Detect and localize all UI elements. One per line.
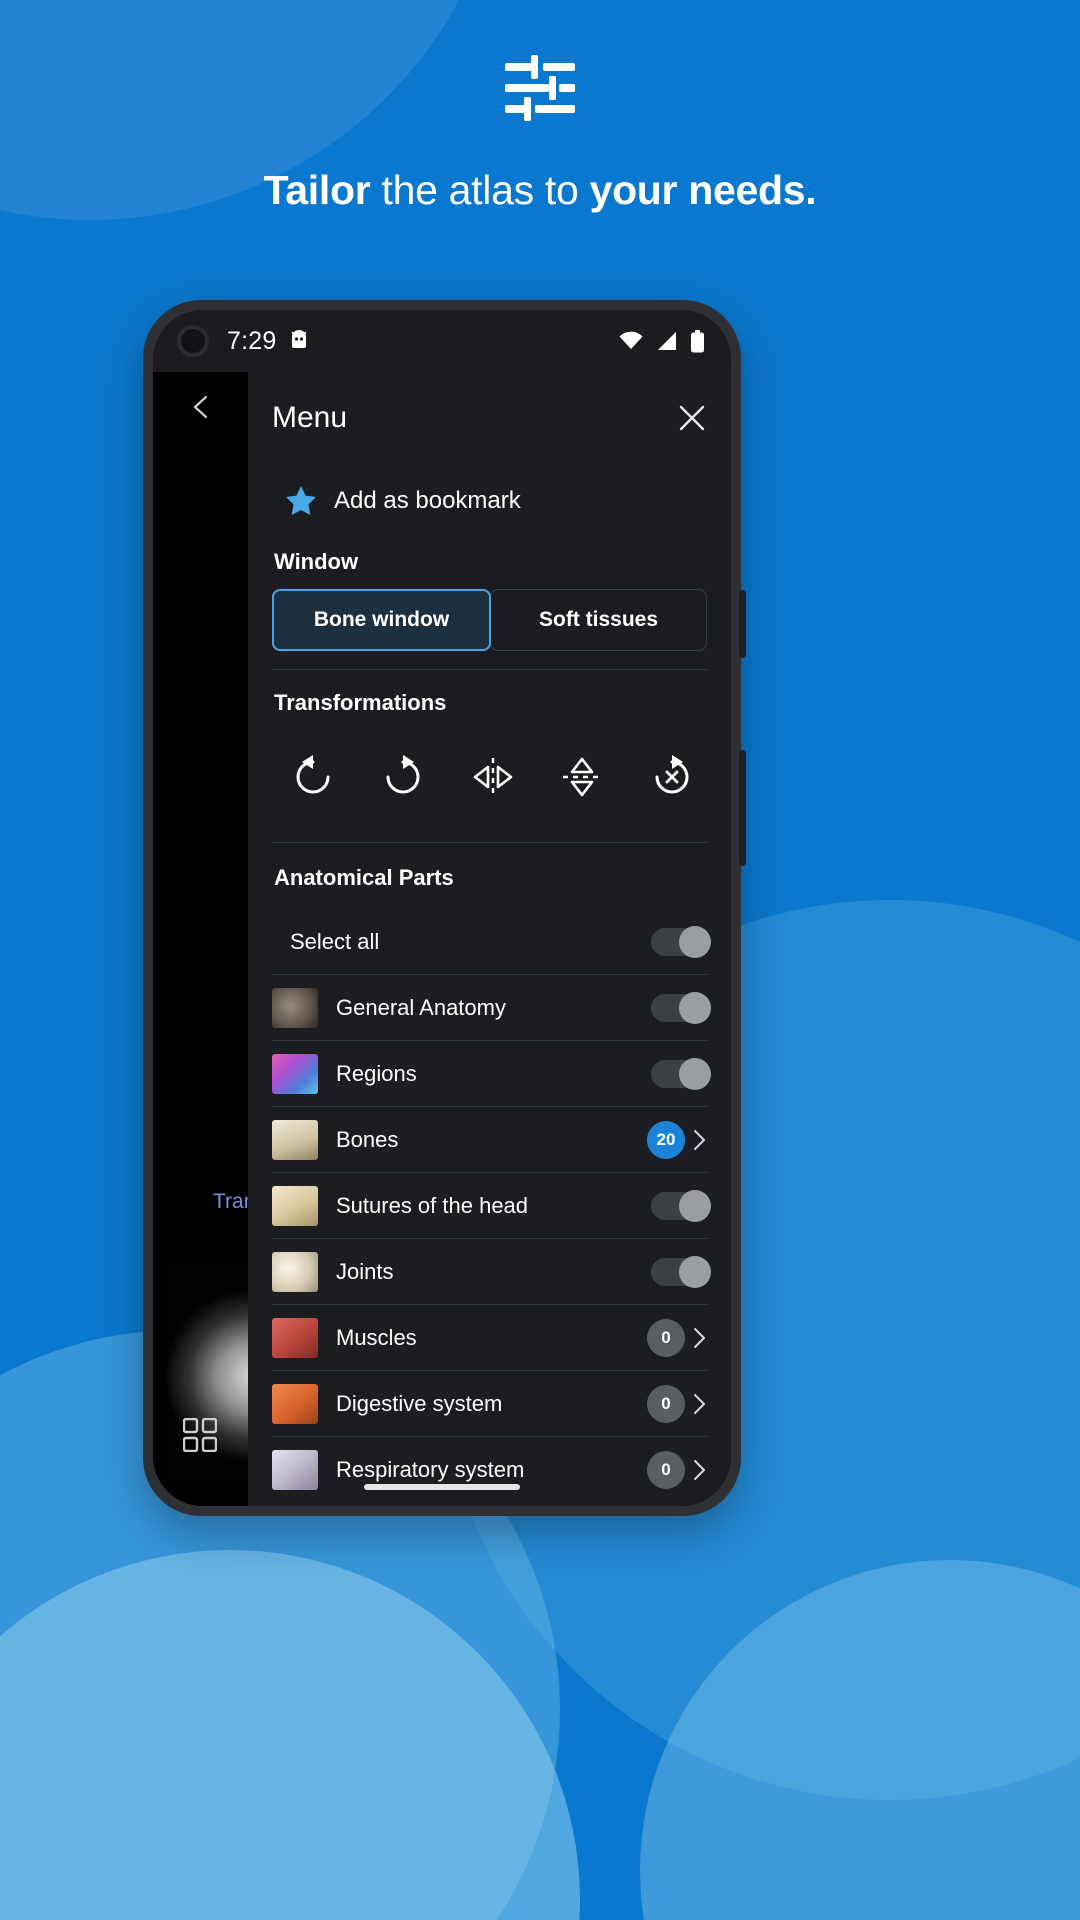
digestive-thumbnail xyxy=(272,1383,318,1424)
respiratory-count-badge[interactable]: 0 xyxy=(647,1451,685,1489)
promo-headline: Tailor the atlas to your needs. xyxy=(264,167,817,214)
regions-thumbnail xyxy=(272,1053,318,1094)
window-option-soft-tissues[interactable]: Soft tissues xyxy=(490,589,707,651)
headline-mid: the atlas to xyxy=(370,167,590,213)
volume-button[interactable] xyxy=(739,750,746,866)
list-item-label: Joints xyxy=(336,1258,394,1284)
camera-punchhole xyxy=(177,325,209,357)
regions-toggle[interactable] xyxy=(651,1057,711,1090)
reset-rotation-icon[interactable] xyxy=(649,754,695,800)
wifi-icon xyxy=(619,331,643,349)
phone-screen: 7:29 Trans Menu Add as bookmark Window B… xyxy=(153,310,731,1506)
list-item[interactable]: Muscles 0 xyxy=(272,1305,707,1371)
status-bar: 7:29 xyxy=(153,310,731,372)
bones-thumbnail xyxy=(272,1119,318,1160)
select-all-label: Select all xyxy=(290,928,380,954)
chevron-right-icon[interactable] xyxy=(693,1129,707,1151)
transformations-row xyxy=(272,730,707,824)
menu-header: Menu xyxy=(272,372,707,464)
android-head-icon xyxy=(292,330,307,348)
status-clock: 7:29 xyxy=(227,326,277,355)
battery-icon xyxy=(691,329,704,352)
window-option-bone[interactable]: Bone window xyxy=(272,589,491,651)
chevron-right-icon[interactable] xyxy=(693,1393,707,1415)
muscles-count-badge[interactable]: 0 xyxy=(647,1318,685,1357)
list-item[interactable]: Sutures of the head xyxy=(272,1173,711,1239)
window-segmented-control: Bone window Soft tissues xyxy=(272,589,707,651)
signal-icon xyxy=(658,332,676,350)
joints-toggle[interactable] xyxy=(651,1255,711,1288)
menu-title: Menu xyxy=(272,401,348,434)
sutures-thumbnail xyxy=(272,1185,318,1226)
close-icon[interactable] xyxy=(677,403,707,433)
list-item-label: General Anatomy xyxy=(336,994,506,1020)
muscles-thumbnail xyxy=(272,1317,318,1358)
power-button[interactable] xyxy=(739,590,746,658)
headline-tail: your needs. xyxy=(589,167,817,213)
list-item[interactable]: General Anatomy xyxy=(272,975,711,1041)
respiratory-thumbnail xyxy=(272,1450,318,1490)
list-item-label: Respiratory system xyxy=(336,1457,525,1482)
list-item[interactable]: Respiratory system 0 xyxy=(272,1437,707,1503)
flip-vertical-icon[interactable] xyxy=(559,754,605,800)
star-icon xyxy=(286,486,316,515)
menu-sheet: Menu Add as bookmark Window Bone window … xyxy=(248,372,731,1506)
row-select-all[interactable]: Select all xyxy=(272,909,711,975)
anatomical-parts-section-title: Anatomical Parts xyxy=(274,865,454,890)
list-item-label: Bones xyxy=(336,1126,399,1152)
grid-view-icon[interactable] xyxy=(183,1418,217,1452)
list-item-label: Regions xyxy=(336,1060,417,1086)
general-anatomy-toggle[interactable] xyxy=(651,991,711,1024)
rotate-right-icon[interactable] xyxy=(380,754,426,800)
chevron-right-icon[interactable] xyxy=(693,1327,707,1349)
list-item-label: Sutures of the head xyxy=(336,1192,529,1218)
list-item[interactable]: Joints xyxy=(272,1239,711,1305)
list-item[interactable]: Bones 20 xyxy=(272,1107,707,1173)
rotate-left-icon[interactable] xyxy=(290,754,336,800)
joints-thumbnail xyxy=(272,1251,318,1292)
add-bookmark-button[interactable]: Add as bookmark xyxy=(272,464,707,541)
back-chevron-icon[interactable] xyxy=(189,394,215,420)
window-section-title: Window xyxy=(274,549,359,574)
sutures-toggle[interactable] xyxy=(651,1189,711,1222)
status-icons xyxy=(618,329,705,353)
list-item-label: Muscles xyxy=(336,1324,417,1350)
sliders-icon xyxy=(505,55,575,121)
phone-mockup: 7:29 Trans Menu Add as bookmark Window B… xyxy=(143,300,746,1516)
select-all-toggle[interactable] xyxy=(651,925,711,958)
list-item-label: Digestive system xyxy=(336,1390,503,1416)
headline-lead: Tailor xyxy=(263,167,371,213)
promo-header: Tailor the atlas to your needs. xyxy=(0,0,1080,214)
transformations-section-title: Transformations xyxy=(274,690,447,715)
chevron-right-icon[interactable] xyxy=(693,1459,707,1481)
home-indicator[interactable] xyxy=(364,1484,520,1490)
list-item[interactable]: Regions xyxy=(272,1041,711,1107)
flip-horizontal-icon[interactable] xyxy=(470,754,516,800)
anatomical-parts-list: Select all General Anatomy Regions Bones xyxy=(272,909,711,1503)
general-anatomy-thumbnail xyxy=(272,987,318,1028)
bones-count-badge[interactable]: 20 xyxy=(647,1120,685,1159)
add-bookmark-label: Add as bookmark xyxy=(334,486,521,514)
list-item[interactable]: Digestive system 0 xyxy=(272,1371,707,1437)
digestive-count-badge[interactable]: 0 xyxy=(647,1384,685,1423)
